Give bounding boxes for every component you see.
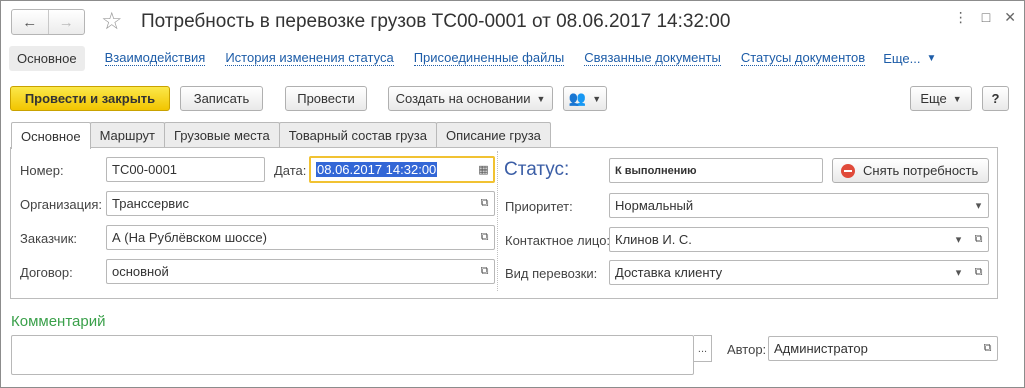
back-icon[interactable]: ← <box>12 10 48 34</box>
help-button[interactable]: ? <box>982 86 1009 111</box>
link-attached-files[interactable]: Присоединенные файлы <box>413 50 565 66</box>
chevron-down-icon: ▼ <box>592 93 602 104</box>
tab-route[interactable]: Маршрут <box>89 122 165 147</box>
favorite-star-icon[interactable]: ☆ <box>101 7 123 37</box>
page-tabs: Основное Маршрут Грузовые места Товарный… <box>11 122 551 149</box>
number-field[interactable]: ТС00-0001 <box>106 157 265 182</box>
author-label: Автор: <box>727 342 767 357</box>
users-icon: 👥 <box>568 90 587 106</box>
tab-cargo-places[interactable]: Грузовые места <box>163 122 280 147</box>
author-value: Администратор <box>774 341 868 356</box>
chevron-down-icon: ▼ <box>536 93 546 104</box>
link-status-history[interactable]: История изменения статуса <box>225 50 394 66</box>
status-field: К выполнению <box>609 158 823 183</box>
organization-field[interactable]: Транссервис ⧉ <box>106 191 495 216</box>
priority-select[interactable]: Нормальный ▾ <box>609 193 989 218</box>
link-more-label: Еще... <box>883 50 921 66</box>
tab-cargo-goods[interactable]: Товарный состав груза <box>278 122 437 147</box>
contract-value: основной <box>112 264 169 279</box>
contract-label: Договор: <box>20 265 73 280</box>
comment-edit-icon[interactable]: ... <box>694 335 712 362</box>
users-action-button[interactable]: 👥 ▼ <box>563 86 607 111</box>
link-document-statuses[interactable]: Статусы документов <box>740 50 866 66</box>
link-related-documents[interactable]: Связанные документы <box>584 50 721 66</box>
open-icon[interactable]: ⧉ <box>977 337 997 360</box>
create-based-on-button[interactable]: Создать на основании ▼ <box>388 86 553 111</box>
open-icon[interactable]: ⧉ <box>474 260 494 283</box>
column-divider <box>497 151 498 291</box>
cancel-need-button[interactable]: Снять потребность <box>832 158 989 183</box>
dropdown-icon[interactable]: ▾ <box>948 261 968 284</box>
chevron-down-icon: ▼ <box>926 52 937 64</box>
date-field[interactable]: 08.06.2017 14:32:00 ▦ <box>309 156 495 183</box>
contact-field[interactable]: Клинов И. С. ▾ ⧉ <box>609 227 989 252</box>
status-label: Статус: <box>504 159 570 180</box>
open-icon[interactable]: ⧉ <box>474 226 494 249</box>
status-value: К выполнению <box>615 164 697 177</box>
priority-label: Приоритет: <box>505 199 573 214</box>
calendar-icon[interactable]: ▦ <box>473 158 493 181</box>
stop-icon <box>841 163 855 178</box>
cancel-need-label: Снять потребность <box>863 163 979 178</box>
organization-value: Транссервис <box>112 196 189 211</box>
transport-type-label: Вид перевозки: <box>505 266 598 281</box>
navigation-buttons: ← → <box>11 9 85 35</box>
number-label: Номер: <box>20 163 64 178</box>
customer-label: Заказчик: <box>20 231 78 246</box>
customer-field[interactable]: А (На Рублёвском шоссе) ⧉ <box>106 225 495 250</box>
post-and-close-button[interactable]: Провести и закрыть <box>10 86 170 111</box>
open-icon[interactable]: ⧉ <box>968 228 988 251</box>
contact-value: Клинов И. С. <box>615 232 692 247</box>
form-window: ← → ☆ Потребность в перевозке грузов ТС0… <box>0 0 1025 388</box>
customer-value: А (На Рублёвском шоссе) <box>112 230 267 245</box>
dropdown-icon[interactable]: ▾ <box>968 194 988 217</box>
transport-type-field[interactable]: Доставка клиенту ▾ ⧉ <box>609 260 989 285</box>
date-value: 08.06.2017 14:32:00 <box>316 162 438 177</box>
post-button[interactable]: Провести <box>285 86 367 111</box>
open-icon[interactable]: ⧉ <box>968 261 988 284</box>
link-main[interactable]: Основное <box>9 45 85 71</box>
section-links: Основное Взаимодействия История изменени… <box>9 45 936 71</box>
save-button[interactable]: Записать <box>180 86 263 111</box>
number-value: ТС00-0001 <box>112 162 178 177</box>
contract-field[interactable]: основной ⧉ <box>106 259 495 284</box>
create-based-on-label: Создать на основании <box>395 91 531 106</box>
close-icon[interactable]: ✕ <box>1004 9 1016 25</box>
contact-label: Контактное лицо: <box>505 233 611 248</box>
restore-icon[interactable]: □ <box>982 9 990 25</box>
tab-main[interactable]: Основное <box>11 122 91 149</box>
transport-type-value: Доставка клиенту <box>615 265 723 280</box>
page-title: Потребность в перевозке грузов ТС00-0001… <box>141 11 731 32</box>
more-button[interactable]: Еще ▼ <box>910 86 972 111</box>
link-interactions[interactable]: Взаимодействия <box>104 50 206 66</box>
menu-icon[interactable]: ⋮ <box>954 9 968 25</box>
chevron-down-icon: ▼ <box>952 93 962 104</box>
comment-input[interactable] <box>11 335 694 375</box>
comment-heading: Комментарий <box>11 313 106 330</box>
window-controls: ⋮ □ ✕ <box>954 9 1016 25</box>
author-field[interactable]: Администратор ⧉ <box>768 336 998 361</box>
organization-label: Организация: <box>20 197 103 212</box>
forward-icon[interactable]: → <box>47 10 85 34</box>
dropdown-icon[interactable]: ▾ <box>948 228 968 251</box>
date-label: Дата: <box>274 163 307 178</box>
tab-cargo-description[interactable]: Описание груза <box>435 122 551 147</box>
link-more[interactable]: Еще... ▼ <box>883 51 936 66</box>
open-icon[interactable]: ⧉ <box>474 192 494 215</box>
priority-value: Нормальный <box>615 198 694 213</box>
more-label: Еще <box>920 91 947 106</box>
